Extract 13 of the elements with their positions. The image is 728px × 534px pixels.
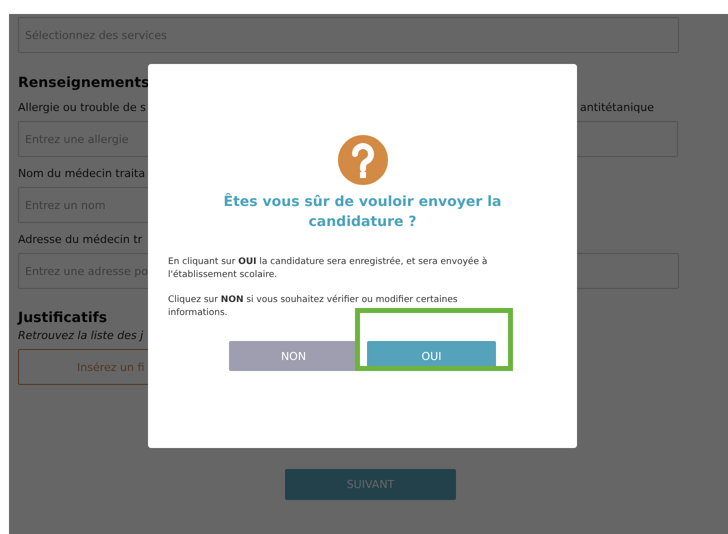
field-label: Adresse du médecin tr [18,233,142,246]
section-title: Renseignements [18,75,150,91]
cancel-button[interactable]: NON [229,341,358,371]
dialog-title: Êtes vous sûr de vouloir envoyer la candidature ? [222,192,502,232]
question-icon [338,135,388,185]
dialog-message: En cliquant sur OUI la candidature sera enregistrée, et sera envoyée à l'établissement scolaire. [168,256,488,282]
dialog-message: Cliquez sur NON si vous souhaitez vérifier ou modifier certaines informations. [168,294,459,320]
field-label: Allergie ou trouble de s [18,101,146,114]
section-title: Justificatifs [18,310,108,326]
section-subtitle: Retrouvez la liste des j [18,329,144,342]
next-button[interactable]: SUIVANT [285,469,456,500]
field-label: Nom du médecin traita [18,167,146,180]
field-label: antitétanique [579,101,654,114]
